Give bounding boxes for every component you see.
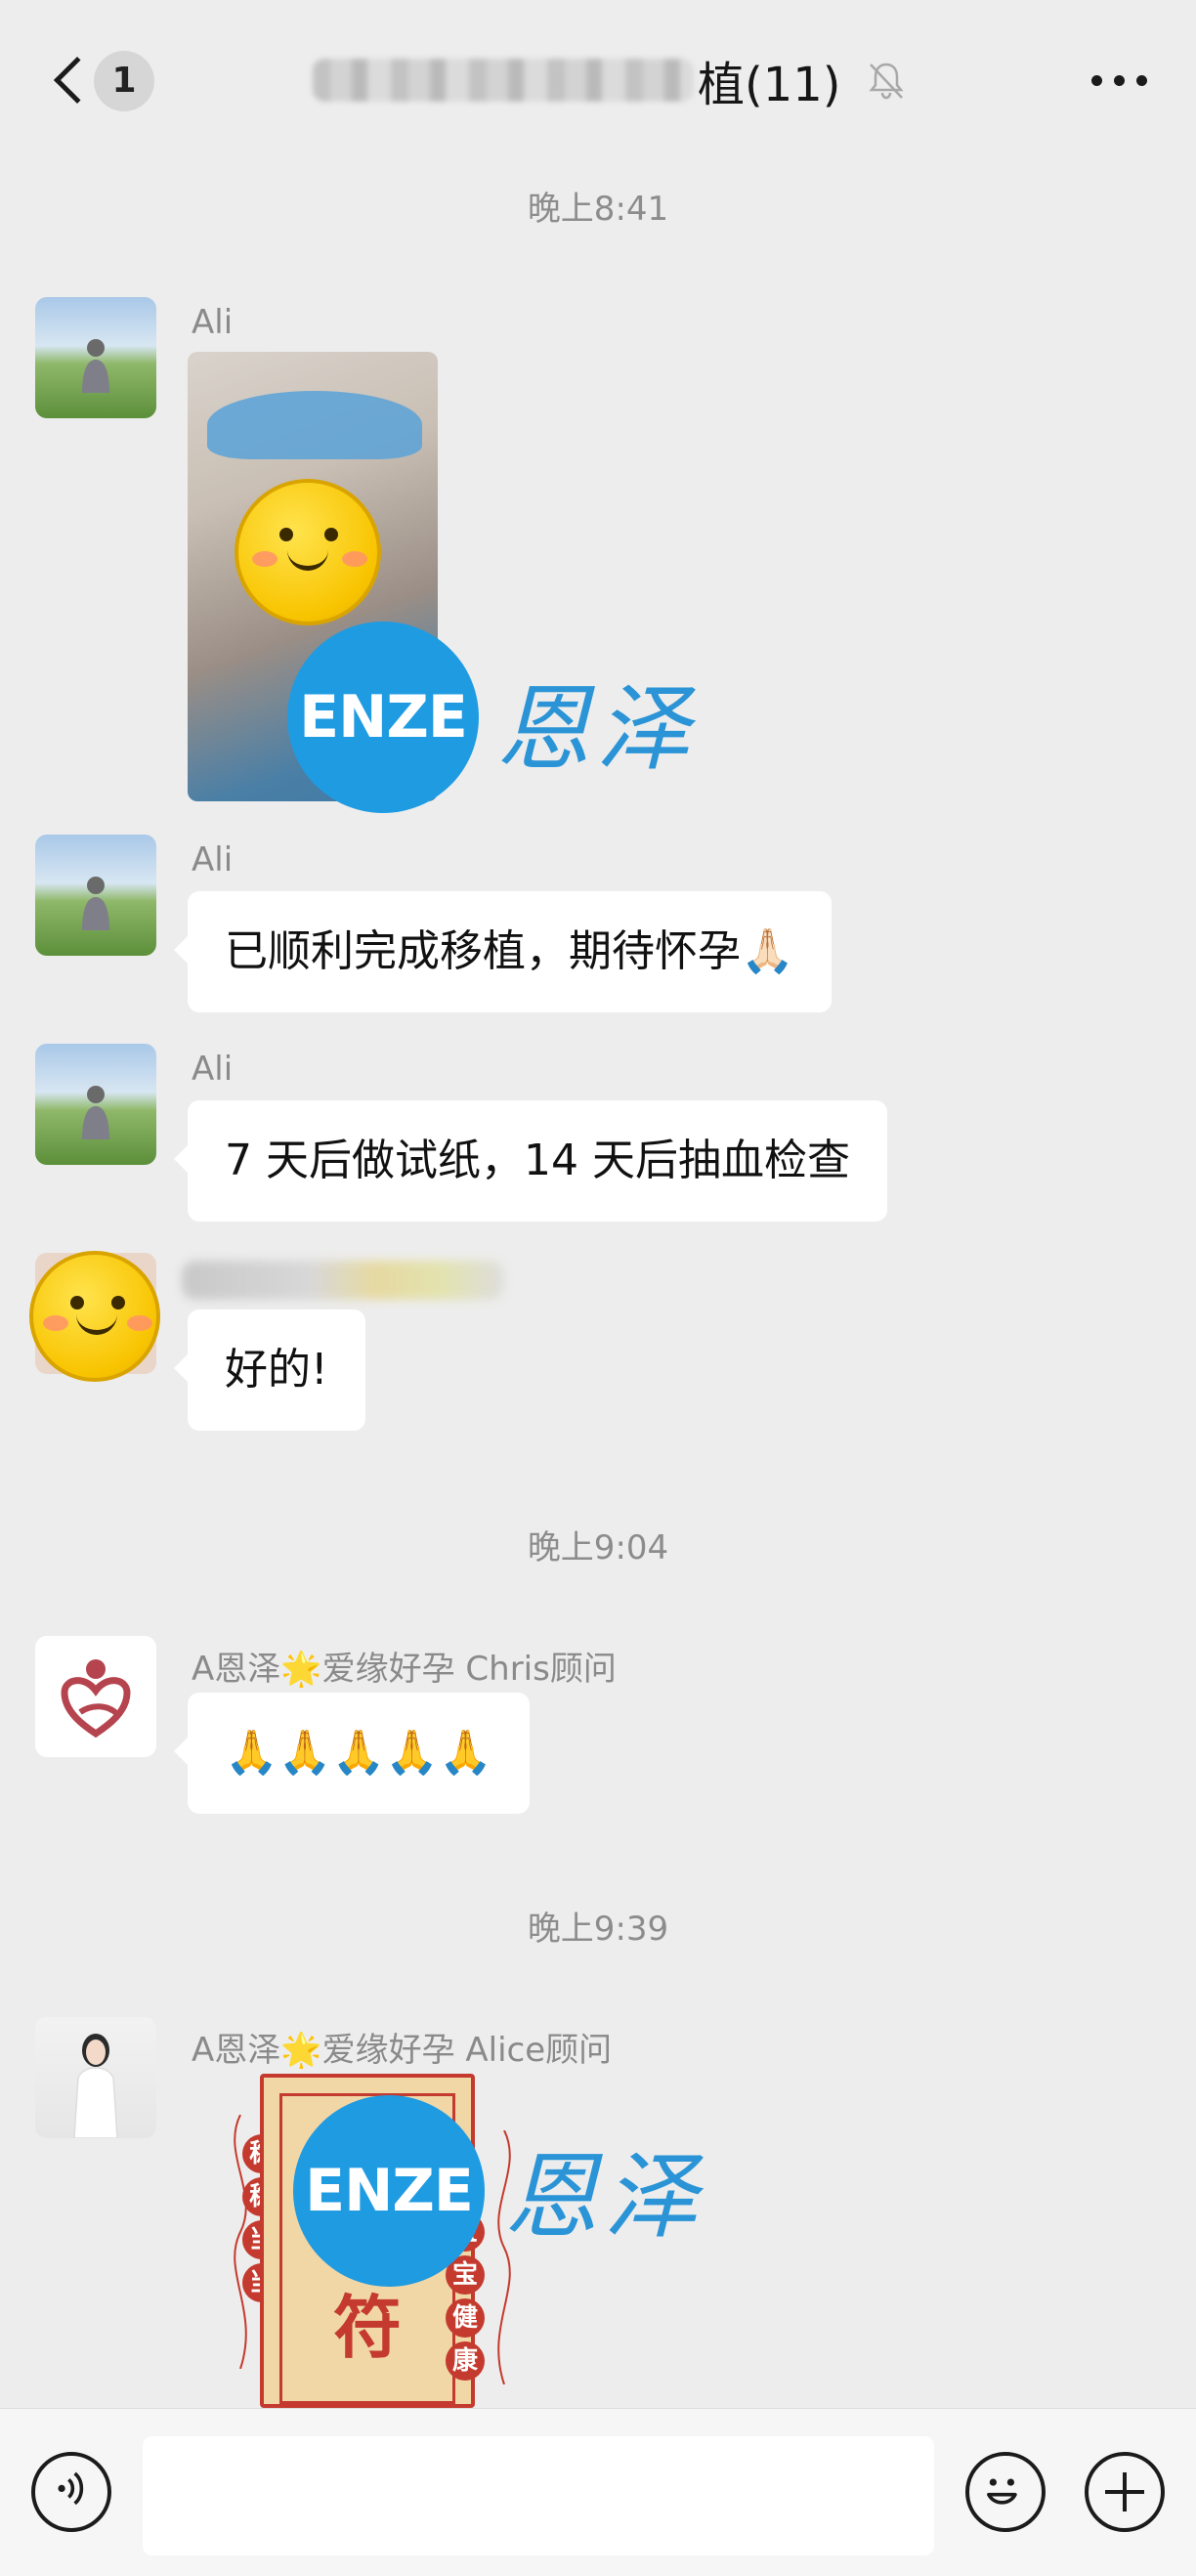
text-message-bubble[interactable]: 已顺利完成移植，期待怀孕🙏🏻: [174, 891, 832, 1012]
seal-char: 健: [446, 2298, 485, 2338]
amulet-character: 符: [333, 2287, 402, 2368]
person-icon: [82, 1086, 109, 1139]
avatar-ali[interactable]: [35, 1044, 156, 1165]
enze-watermark-logo: ENZE: [293, 2095, 485, 2287]
person-icon: [82, 339, 109, 393]
sender-name: Ali: [192, 840, 234, 880]
add-attachment-button[interactable]: [1085, 2452, 1165, 2532]
more-options-button[interactable]: [1091, 59, 1147, 102]
text-message-bubble[interactable]: 7 天后做试纸，14 天后抽血检查: [174, 1100, 887, 1222]
timestamp: 晚上9:39: [527, 1910, 669, 1949]
enze-watermark-text: 恩泽: [496, 674, 696, 784]
woman-portrait-icon: [73, 2034, 118, 2138]
avatar-ali[interactable]: [35, 835, 156, 956]
chat-title: 植(11): [313, 43, 908, 117]
message-input[interactable]: [143, 2436, 934, 2555]
voice-input-button[interactable]: [31, 2452, 111, 2532]
emoji-button[interactable]: [965, 2452, 1046, 2532]
smiley-face-icon: [235, 479, 381, 625]
blurred-sender-name: [182, 1261, 504, 1300]
voice-wave-icon: [58, 2471, 84, 2506]
heart-logo-icon: [61, 1659, 131, 1739]
smiley-icon: [987, 2478, 1017, 2505]
sender-name: Ali: [192, 303, 234, 342]
bell-muted-icon: [868, 63, 904, 100]
blurred-title-text: [313, 59, 694, 102]
unread-count-badge: 1: [94, 51, 154, 111]
sender-name: A恩泽🌟爱缘好孕 Chris顾问: [192, 1650, 617, 1689]
enze-watermark-text: 恩泽: [504, 2142, 704, 2252]
text-message-bubble[interactable]: 🙏🙏🙏🙏🙏: [174, 1693, 530, 1814]
timestamp: 晚上9:04: [527, 1528, 669, 1567]
avatar-enze-alice[interactable]: [35, 2017, 156, 2138]
enze-watermark-logo: ENZE: [287, 622, 479, 813]
person-icon: [82, 877, 109, 930]
chat-input-bar: [0, 2408, 1196, 2576]
seal-char: 康: [446, 2341, 485, 2381]
hair-cap-shape: [207, 391, 422, 459]
avatar-enze-chris[interactable]: [35, 1636, 156, 1757]
chat-title-suffix: 植(11): [698, 58, 841, 112]
smiley-face-icon: [29, 1251, 160, 1382]
back-button[interactable]: [47, 47, 102, 113]
avatar-ali[interactable]: [35, 297, 156, 418]
sender-name: A恩泽🌟爱缘好孕 Alice顾问: [192, 2031, 613, 2070]
text-message-bubble[interactable]: 好的!: [174, 1309, 365, 1431]
sender-name: Ali: [192, 1050, 234, 1089]
timestamp: 晚上8:41: [527, 190, 669, 229]
chat-header: 1 植(11): [0, 0, 1196, 156]
